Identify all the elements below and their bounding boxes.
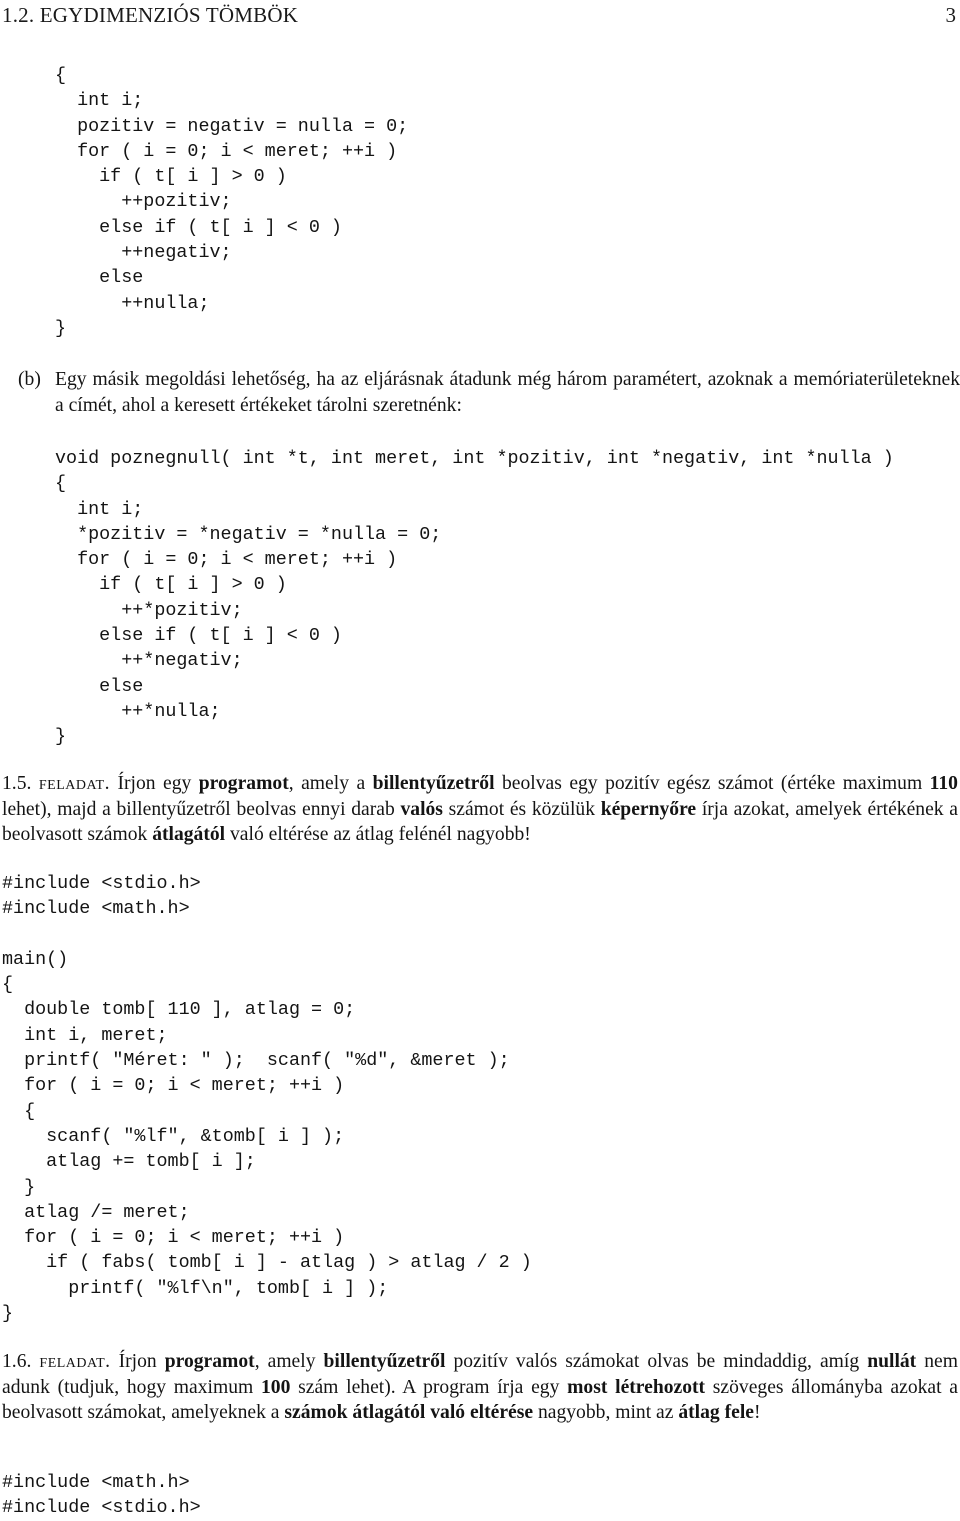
code-line: ++*nulla; — [55, 700, 221, 722]
text-run: beolvas egy pozitív egész számot (értéke… — [494, 773, 930, 794]
code-line: } — [2, 1303, 14, 1325]
code-line: ++*pozitiv; — [55, 599, 243, 621]
exercise-text: Írjon egy programot, amely a billentyűze… — [2, 773, 958, 845]
exercise-1-6: 1.6. feladat. Írjon programot, amely bil… — [2, 1349, 958, 1426]
code-block-counting-values: { int i; pozitiv = negativ = nulla = 0; … — [55, 63, 408, 341]
code-line: for ( i = 0; i < meret; ++i ) — [55, 140, 398, 162]
emphasized-text: nullát — [867, 1351, 917, 1372]
code-line: else if ( t[ i ] < 0 ) — [55, 625, 342, 647]
emphasized-text: valós — [400, 798, 443, 820]
text-run: Írjon — [118, 1351, 165, 1372]
list-item-text: Egy másik megoldási lehetőség, ha az elj… — [55, 369, 960, 416]
emphasized-text: képernyőre — [600, 798, 697, 820]
emphasized-text: programot — [164, 1351, 255, 1372]
code-line: *pozitiv = *negativ = *nulla = 0; — [55, 523, 442, 545]
code-line: pozitiv = negativ = nulla = 0; — [55, 115, 409, 137]
code-line: void poznegnull( int *t, int meret, int … — [55, 448, 894, 469]
code-line: double tomb[ 110 ], atlag = 0; — [2, 999, 356, 1021]
code-line: int i, meret; — [2, 1024, 168, 1046]
text-run: nagyobb, mint az — [533, 1402, 679, 1424]
code-line: ++*negativ; — [55, 650, 243, 672]
exercise-number: 1.5. — [2, 773, 32, 794]
emphasized-text: programot — [198, 773, 289, 794]
code-line: } — [2, 1176, 36, 1198]
emphasized-text: billentyűzetről — [372, 773, 495, 794]
exercise-1-5: 1.5. feladat. Írjon egy programot, amely… — [2, 771, 958, 848]
emphasized-text: számok átlagától való eltérése — [284, 1402, 534, 1424]
text-run: ! — [753, 1402, 761, 1424]
code-line: #include <math.h> — [2, 1472, 190, 1493]
code-line: if ( t[ i ] > 0 ) — [55, 574, 287, 596]
code-line: ++pozitiv; — [55, 191, 232, 213]
code-line: main() — [2, 948, 69, 970]
code-line: #include <stdio.h> — [2, 873, 201, 894]
code-line: for ( i = 0; i < meret; ++i ) — [2, 1075, 345, 1097]
code-line: if ( fabs( tomb[ i ] - atlag ) > atlag /… — [2, 1252, 532, 1274]
exercise-number: 1.6. — [2, 1351, 32, 1372]
text-run: , amely — [254, 1351, 324, 1372]
page-number: 3 — [945, 3, 957, 27]
code-line: { — [55, 65, 67, 86]
code-line: #include <math.h> — [2, 898, 190, 920]
text-run: számot és közülük — [442, 798, 601, 820]
exercise-label: feladat. — [39, 1351, 111, 1372]
code-line: ++negativ; — [55, 242, 232, 264]
code-line: { — [2, 1100, 36, 1122]
code-line: else if ( t[ i ] < 0 ) — [55, 216, 342, 238]
emphasized-text: most létrehozott — [567, 1376, 706, 1398]
code-line: } — [55, 317, 67, 339]
code-line: if ( t[ i ] > 0 ) — [55, 166, 287, 188]
emphasized-text: 110 — [929, 773, 958, 794]
code-line: } — [55, 726, 67, 748]
text-run: lehet), majd a billentyűzetről beolvas e… — [2, 798, 401, 820]
text-run: való eltérése az átlag felénél nagyobb! — [225, 824, 531, 846]
section-title: 1.2. EGYDIMENZIÓS TÖMBÖK — [2, 3, 299, 27]
code-block-poznegnull-function: void poznegnull( int *t, int meret, int … — [55, 446, 894, 750]
code-line: else — [55, 267, 144, 289]
exercise-label: feladat. — [38, 773, 110, 794]
code-block-includes: #include <math.h> #include <stdio.h> — [2, 1470, 201, 1521]
running-header: 1.2. EGYDIMENZIÓS TÖMBÖK 3 — [0, 0, 960, 32]
code-line: for ( i = 0; i < meret; ++i ) — [55, 549, 398, 571]
code-line: printf( "%lf\n", tomb[ i ] ); — [2, 1277, 389, 1299]
emphasized-text: átlagától — [152, 824, 226, 846]
code-line: else — [55, 675, 144, 697]
code-line: for ( i = 0; i < meret; ++i ) — [2, 1227, 345, 1249]
list-item-marker: (b) — [18, 369, 41, 390]
text-run: Írjon egy — [117, 773, 199, 794]
text-run: szám lehet). A program írja egy — [290, 1376, 568, 1398]
text-run: , amely a — [288, 773, 373, 794]
code-line: scanf( "%lf", &tomb[ i ] ); — [2, 1125, 345, 1147]
emphasized-text: billentyűzetről — [323, 1351, 446, 1372]
code-line: atlag /= meret; — [2, 1201, 190, 1223]
code-block-average-program: #include <stdio.h> #include <math.h> main… — [2, 871, 532, 1326]
code-line: atlag += tomb[ i ]; — [2, 1151, 256, 1173]
exercise-text: Írjon programot, amely billentyűzetről p… — [2, 1351, 958, 1423]
code-line: ++nulla; — [55, 292, 210, 314]
code-line: { — [2, 974, 14, 996]
code-line: int i; — [55, 90, 144, 112]
text-run: pozitív valós számokat olvas be mindaddi… — [445, 1351, 868, 1372]
code-line: printf( "Méret: " ); scanf( "%d", &meret… — [2, 1050, 510, 1072]
code-line: int i; — [55, 498, 144, 520]
emphasized-text: átlag fele — [678, 1402, 754, 1424]
code-line: { — [55, 473, 67, 495]
emphasized-text: 100 — [261, 1376, 291, 1398]
